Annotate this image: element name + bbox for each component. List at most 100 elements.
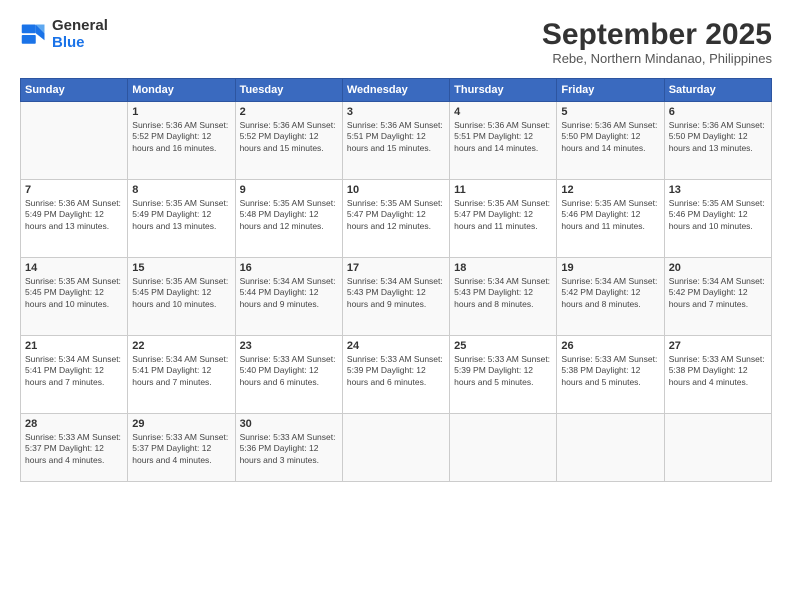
weekday-header: Tuesday (235, 79, 342, 102)
day-number: 21 (25, 340, 123, 352)
day-info: Sunrise: 5:34 AM Sunset: 5:41 PM Dayligh… (25, 354, 123, 388)
calendar-cell (664, 414, 771, 482)
calendar-cell: 27 Sunrise: 5:33 AM Sunset: 5:38 PM Dayli… (664, 336, 771, 414)
day-number: 5 (561, 106, 659, 118)
calendar-row: 1 Sunrise: 5:36 AM Sunset: 5:52 PM Daylig… (21, 102, 772, 180)
weekday-header: Wednesday (342, 79, 449, 102)
day-number: 14 (25, 262, 123, 274)
title-area: September 2025 Rebe, Northern Mindanao, … (542, 18, 772, 66)
day-info: Sunrise: 5:34 AM Sunset: 5:43 PM Dayligh… (347, 276, 445, 310)
calendar-cell: 5 Sunrise: 5:36 AM Sunset: 5:50 PM Daylig… (557, 102, 664, 180)
month-title: September 2025 (542, 18, 772, 51)
page: General Blue September 2025 Rebe, Northe… (0, 0, 792, 612)
logo: General Blue (20, 18, 108, 51)
day-info: Sunrise: 5:35 AM Sunset: 5:48 PM Dayligh… (240, 198, 338, 232)
day-number: 12 (561, 184, 659, 196)
day-number: 24 (347, 340, 445, 352)
day-number: 15 (132, 262, 230, 274)
day-info: Sunrise: 5:33 AM Sunset: 5:39 PM Dayligh… (347, 354, 445, 388)
day-number: 2 (240, 106, 338, 118)
calendar-cell: 4Sunrise: 5:36 AM Sunset: 5:51 PM Daylig… (450, 102, 557, 180)
day-info: Sunrise: 5:36 AM Sunset: 5:52 PM Dayligh… (240, 120, 338, 154)
day-number: 30 (240, 418, 338, 430)
calendar-cell: 29 Sunrise: 5:33 AM Sunset: 5:37 PM Dayli… (128, 414, 235, 482)
day-number: 22 (132, 340, 230, 352)
day-info: Sunrise: 5:34 AM Sunset: 5:42 PM Dayligh… (561, 276, 659, 310)
day-info: Sunrise: 5:36 AM Sunset: 5:50 PM Dayligh… (669, 120, 767, 154)
day-info: Sunrise: 5:35 AM Sunset: 5:47 PM Dayligh… (454, 198, 552, 232)
calendar-cell: 25 Sunrise: 5:33 AM Sunset: 5:39 PM Dayli… (450, 336, 557, 414)
weekday-header: Thursday (450, 79, 557, 102)
calendar-cell: 8 Sunrise: 5:35 AM Sunset: 5:49 PM Daylig… (128, 180, 235, 258)
day-info: Sunrise: 5:33 AM Sunset: 5:39 PM Dayligh… (454, 354, 552, 388)
calendar-cell: 2 Sunrise: 5:36 AM Sunset: 5:52 PM Daylig… (235, 102, 342, 180)
day-info: Sunrise: 5:33 AM Sunset: 5:38 PM Dayligh… (669, 354, 767, 388)
day-number: 27 (669, 340, 767, 352)
day-info: Sunrise: 5:33 AM Sunset: 5:37 PM Dayligh… (132, 432, 230, 466)
weekday-header: Saturday (664, 79, 771, 102)
header: General Blue September 2025 Rebe, Northe… (20, 18, 772, 66)
calendar-cell (21, 102, 128, 180)
calendar-cell: 21 Sunrise: 5:34 AM Sunset: 5:41 PM Dayli… (21, 336, 128, 414)
calendar-cell: 15 Sunrise: 5:35 AM Sunset: 5:45 PM Dayli… (128, 258, 235, 336)
day-number: 13 (669, 184, 767, 196)
day-info: Sunrise: 5:36 AM Sunset: 5:50 PM Dayligh… (561, 120, 659, 154)
calendar-cell: 23 Sunrise: 5:33 AM Sunset: 5:40 PM Dayli… (235, 336, 342, 414)
location-subtitle: Rebe, Northern Mindanao, Philippines (542, 51, 772, 66)
calendar-row: 28Sunrise: 5:33 AM Sunset: 5:37 PM Dayli… (21, 414, 772, 482)
day-info: Sunrise: 5:33 AM Sunset: 5:36 PM Dayligh… (240, 432, 338, 466)
calendar-cell: 14 Sunrise: 5:35 AM Sunset: 5:45 PM Dayli… (21, 258, 128, 336)
day-info: Sunrise: 5:36 AM Sunset: 5:51 PM Dayligh… (454, 120, 552, 154)
day-number: 26 (561, 340, 659, 352)
day-number: 8 (132, 184, 230, 196)
weekday-header: Sunday (21, 79, 128, 102)
weekday-header: Monday (128, 79, 235, 102)
day-number: 1 (132, 106, 230, 118)
day-number: 25 (454, 340, 552, 352)
weekday-header: Friday (557, 79, 664, 102)
day-number: 23 (240, 340, 338, 352)
day-number: 17 (347, 262, 445, 274)
day-info: Sunrise: 5:35 AM Sunset: 5:47 PM Dayligh… (347, 198, 445, 232)
day-number: 3 (347, 106, 445, 118)
calendar-cell: 10Sunrise: 5:35 AM Sunset: 5:47 PM Dayli… (342, 180, 449, 258)
header-row: SundayMondayTuesdayWednesdayThursdayFrid… (21, 79, 772, 102)
calendar-cell: 13Sunrise: 5:35 AM Sunset: 5:46 PM Dayli… (664, 180, 771, 258)
logo-icon (20, 21, 48, 49)
calendar-cell: 22 Sunrise: 5:34 AM Sunset: 5:41 PM Dayli… (128, 336, 235, 414)
day-info: Sunrise: 5:33 AM Sunset: 5:37 PM Dayligh… (25, 432, 123, 466)
day-info: Sunrise: 5:35 AM Sunset: 5:45 PM Dayligh… (132, 276, 230, 310)
logo-text: General Blue (52, 18, 108, 51)
day-info: Sunrise: 5:35 AM Sunset: 5:45 PM Dayligh… (25, 276, 123, 310)
day-info: Sunrise: 5:33 AM Sunset: 5:40 PM Dayligh… (240, 354, 338, 388)
day-number: 20 (669, 262, 767, 274)
calendar-row: 14 Sunrise: 5:35 AM Sunset: 5:45 PM Dayli… (21, 258, 772, 336)
day-info: Sunrise: 5:34 AM Sunset: 5:43 PM Dayligh… (454, 276, 552, 310)
day-info: Sunrise: 5:34 AM Sunset: 5:41 PM Dayligh… (132, 354, 230, 388)
day-number: 19 (561, 262, 659, 274)
day-info: Sunrise: 5:36 AM Sunset: 5:52 PM Dayligh… (132, 120, 230, 154)
calendar-table: SundayMondayTuesdayWednesdayThursdayFrid… (20, 78, 772, 482)
calendar-cell: 6Sunrise: 5:36 AM Sunset: 5:50 PM Daylig… (664, 102, 771, 180)
day-info: Sunrise: 5:35 AM Sunset: 5:46 PM Dayligh… (561, 198, 659, 232)
calendar-cell: 3 Sunrise: 5:36 AM Sunset: 5:51 PM Daylig… (342, 102, 449, 180)
calendar-cell: 18 Sunrise: 5:34 AM Sunset: 5:43 PM Dayli… (450, 258, 557, 336)
day-info: Sunrise: 5:34 AM Sunset: 5:42 PM Dayligh… (669, 276, 767, 310)
calendar-cell: 12 Sunrise: 5:35 AM Sunset: 5:46 PM Dayli… (557, 180, 664, 258)
day-info: Sunrise: 5:36 AM Sunset: 5:51 PM Dayligh… (347, 120, 445, 154)
day-number: 29 (132, 418, 230, 430)
calendar-cell: 19 Sunrise: 5:34 AM Sunset: 5:42 PM Dayli… (557, 258, 664, 336)
calendar-cell: 30 Sunrise: 5:33 AM Sunset: 5:36 PM Dayli… (235, 414, 342, 482)
calendar-row: 7 Sunrise: 5:36 AM Sunset: 5:49 PM Daylig… (21, 180, 772, 258)
calendar-cell: 1 Sunrise: 5:36 AM Sunset: 5:52 PM Daylig… (128, 102, 235, 180)
day-number: 7 (25, 184, 123, 196)
day-number: 9 (240, 184, 338, 196)
calendar-cell: 26Sunrise: 5:33 AM Sunset: 5:38 PM Dayli… (557, 336, 664, 414)
day-info: Sunrise: 5:35 AM Sunset: 5:49 PM Dayligh… (132, 198, 230, 232)
day-number: 11 (454, 184, 552, 196)
day-info: Sunrise: 5:36 AM Sunset: 5:49 PM Dayligh… (25, 198, 123, 232)
calendar-cell (557, 414, 664, 482)
calendar-cell: 28Sunrise: 5:33 AM Sunset: 5:37 PM Dayli… (21, 414, 128, 482)
day-number: 18 (454, 262, 552, 274)
calendar-cell: 7 Sunrise: 5:36 AM Sunset: 5:49 PM Daylig… (21, 180, 128, 258)
